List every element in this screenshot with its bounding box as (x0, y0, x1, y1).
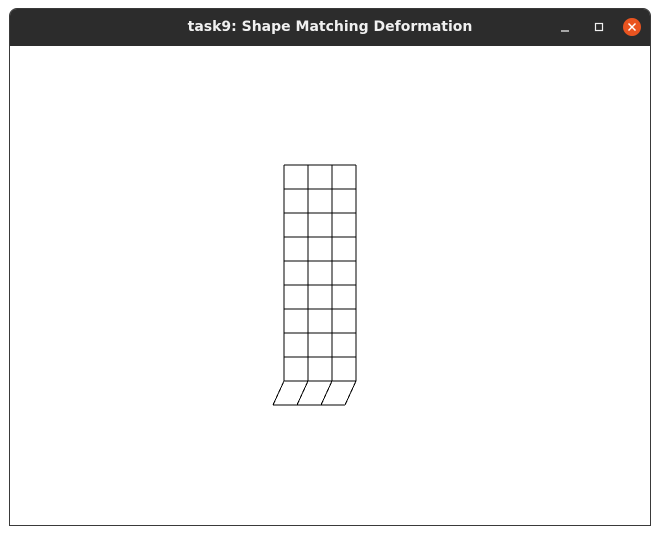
mesh-edge-vertical (320, 380, 333, 406)
minimize-button[interactable] (556, 18, 574, 36)
minimize-icon (561, 30, 569, 32)
maximize-icon (594, 22, 604, 32)
close-icon (627, 22, 637, 32)
app-window: task9: Shape Matching Deformation (9, 8, 651, 526)
maximize-button[interactable] (590, 18, 608, 36)
window-title: task9: Shape Matching Deformation (187, 19, 473, 35)
deformable-mesh (272, 164, 357, 406)
mesh-edge-vertical (344, 380, 357, 406)
close-button[interactable] (623, 18, 641, 36)
mesh-edge-vertical (272, 380, 285, 406)
mesh-edge-vertical (296, 380, 309, 406)
title-bar[interactable]: task9: Shape Matching Deformation (10, 9, 650, 46)
render-canvas[interactable] (10, 46, 650, 525)
